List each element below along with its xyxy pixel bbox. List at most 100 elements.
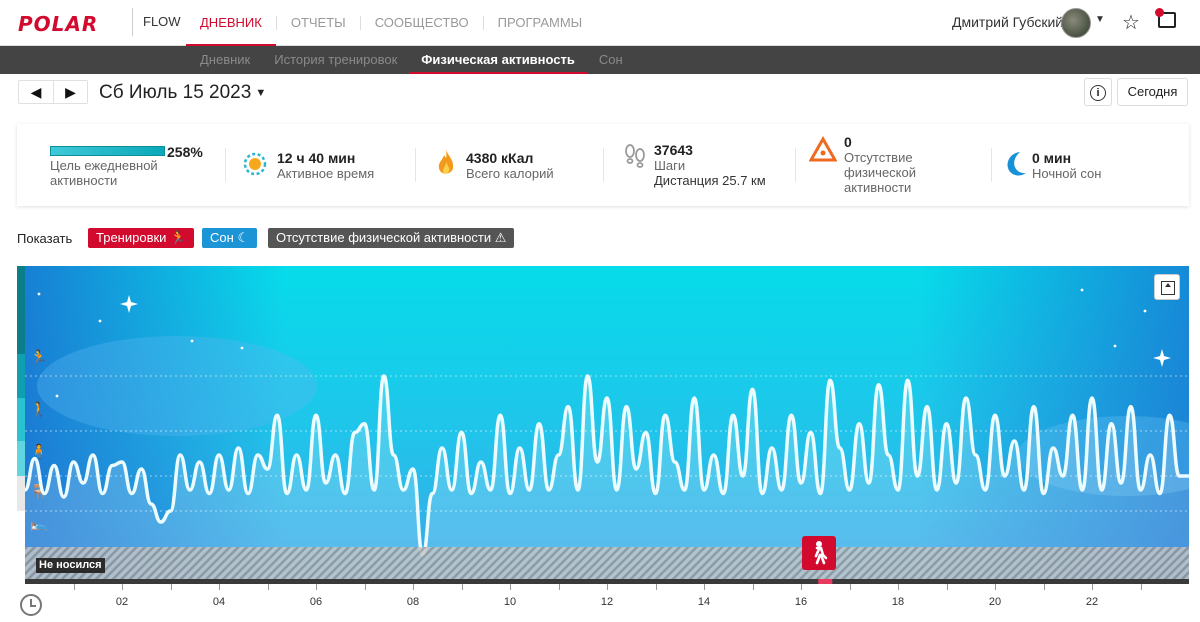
active-time-stat: 12 ч 40 мин Активное время <box>241 124 411 206</box>
today-button[interactable]: Сегодня <box>1117 78 1188 106</box>
subnav-activity[interactable]: Физическая активность <box>409 46 587 74</box>
activity-summary: 258% Цель ежедневной активности 12 ч 40 … <box>17 124 1189 206</box>
star-dot <box>98 319 102 323</box>
time-tick-label: 04 <box>212 596 226 608</box>
time-tick-mark <box>995 584 996 590</box>
time-tick-mark <box>510 584 511 590</box>
time-tick-label: 10 <box>503 596 517 608</box>
activity-chart-svg: 🏃🚶🧍🪑🛌 <box>17 266 1189 584</box>
time-tick-label: 18 <box>891 596 905 608</box>
filter-sleep-tag[interactable]: Сон ☾ <box>202 228 258 248</box>
time-tick-label: 08 <box>406 596 420 608</box>
time-tick-label: 06 <box>309 596 323 608</box>
info-button[interactable]: i <box>1084 78 1112 106</box>
filter-sleep-label: Сон <box>210 230 234 245</box>
calories-label: Всего калорий <box>466 166 554 181</box>
filter-trainings-label: Тренировки <box>96 230 167 245</box>
star-dot <box>190 339 194 343</box>
next-day-button[interactable]: ▶ <box>52 81 87 103</box>
calories-value: 4380 кКал <box>466 150 534 166</box>
level-band <box>17 441 25 476</box>
time-tick-mark <box>1140 584 1142 590</box>
time-tick-mark <box>946 584 948 590</box>
time-tick-label: 22 <box>1085 596 1099 608</box>
date-navigation: ◀ ▶ <box>18 80 88 104</box>
sleep-stat: 0 мин Ночной сон <box>1002 124 1172 206</box>
steps-stat: 37643 Шаги Дистанция 25.7 км <box>621 124 791 206</box>
time-tick-label: 16 <box>794 596 808 608</box>
nav-reports[interactable]: ОТЧЕТЫ <box>277 0 360 46</box>
flame-icon <box>438 150 454 174</box>
subnav-training-history[interactable]: История тренировок <box>262 46 409 74</box>
time-tick-mark <box>801 584 802 590</box>
level-band <box>17 476 25 511</box>
clock-icon[interactable] <box>20 594 42 616</box>
star-dot <box>240 346 244 350</box>
nav-programs[interactable]: ПРОГРАММЫ <box>484 0 597 46</box>
activity-chart[interactable]: 🏃 🚶 🧍 🪑 🛌 <box>17 266 1189 584</box>
inactivity-value: 0 <box>844 134 852 150</box>
running-icon: 🏃 <box>30 349 47 365</box>
walking-icon: 🚶 <box>30 401 47 418</box>
time-tick-mark <box>461 584 463 590</box>
sub-navigation-bar: Дневник История тренировок Физическая ак… <box>0 46 1200 74</box>
fullscreen-button[interactable] <box>1154 274 1180 300</box>
time-tick-mark <box>558 584 560 590</box>
time-tick-mark <box>413 584 414 590</box>
level-band <box>17 354 25 398</box>
date-label: Сб Июль 15 2023 <box>99 82 252 103</box>
time-tick-mark <box>1043 584 1045 590</box>
moon-icon: ☾ <box>237 230 250 245</box>
inactivity-warning-icon <box>809 136 837 162</box>
time-tick-mark <box>316 584 317 590</box>
time-tick-mark <box>1092 584 1093 590</box>
nav-community[interactable]: СООБЩЕСТВО <box>361 0 483 46</box>
filter-trainings-tag[interactable]: Тренировки 🏃 <box>88 228 195 248</box>
info-icon: i <box>1090 85 1106 101</box>
star-dot <box>55 394 59 398</box>
running-icon: 🏃 <box>170 230 187 245</box>
star-dot <box>37 292 41 296</box>
divider <box>795 148 796 182</box>
prev-day-button[interactable]: ◀ <box>19 81 53 103</box>
divider <box>415 148 416 182</box>
training-marker[interactable] <box>802 536 836 570</box>
star-dot <box>1080 288 1084 292</box>
time-tick-mark <box>364 584 366 590</box>
time-tick-label: 14 <box>697 596 711 608</box>
polar-logo[interactable]: POLAR <box>18 12 98 36</box>
nav-diary[interactable]: ДНЕВНИК <box>186 0 276 47</box>
time-tick-mark <box>752 584 754 590</box>
show-label: Показать <box>17 231 73 246</box>
time-tick-mark <box>219 584 220 590</box>
date-picker[interactable]: Сб Июль 15 2023 ▼ <box>99 82 266 104</box>
time-tick-mark <box>849 584 851 590</box>
steps-value: 37643 <box>654 142 693 158</box>
main-nav: ДНЕВНИК ОТЧЕТЫ СООБЩЕСТВО ПРОГРАММЫ <box>186 0 597 47</box>
inactivity-label: Отсутствие физической активности <box>844 150 917 195</box>
time-tick-mark <box>655 584 657 590</box>
goal-label: Цель ежедневной активности <box>50 158 158 188</box>
level-band <box>17 511 25 546</box>
notification-dot <box>1155 8 1164 17</box>
star-dot <box>1143 309 1147 313</box>
inactivity-stat: 0 Отсутствие физической активности <box>809 124 979 206</box>
star-icon[interactable]: ☆ <box>1122 10 1140 35</box>
time-tick-mark <box>73 584 75 590</box>
moon-icon <box>1007 152 1026 176</box>
filter-inactivity-tag[interactable]: Отсутствие физической активности ⚠ <box>268 228 515 248</box>
distance-value: Дистанция 25.7 км <box>654 173 766 188</box>
goal-progress-bar <box>50 146 165 156</box>
subnav-diary[interactable]: Дневник <box>188 46 262 74</box>
avatar[interactable] <box>1061 8 1091 38</box>
time-tick-mark <box>170 584 172 590</box>
sleep-label: Ночной сон <box>1032 166 1102 181</box>
time-tick-label: 12 <box>600 596 614 608</box>
user-name[interactable]: Дмитрий Губский <box>952 14 1063 30</box>
sun-icon <box>243 152 267 176</box>
caret-down-icon: ▼ <box>255 86 267 99</box>
user-menu-caret-icon[interactable]: ▼ <box>1095 14 1105 25</box>
time-tick-mark <box>267 584 269 590</box>
subnav-sleep[interactable]: Сон <box>587 46 635 74</box>
warning-icon: ⚠ <box>494 230 507 245</box>
